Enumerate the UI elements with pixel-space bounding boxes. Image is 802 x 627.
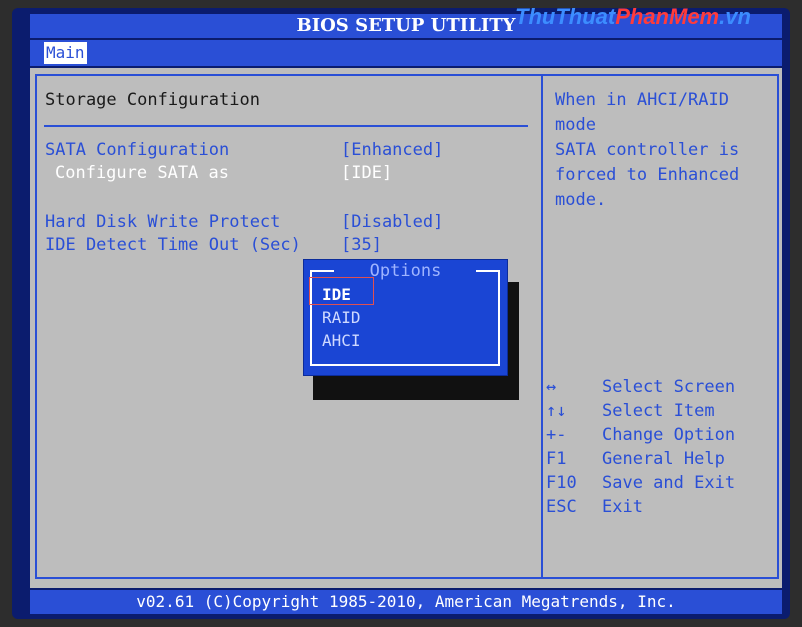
key-action: Change Option [602,425,736,445]
window-title: BIOS SETUP UTILITY [296,15,516,36]
setting-ide-detect-timeout[interactable]: IDE Detect Time Out (Sec) [45,235,301,255]
watermark-logo: ThuThuatPhanMem.vn [515,4,751,30]
key-f1: F1 [546,449,567,469]
key-row-exit: ESC Exit [546,497,643,517]
section-underline [44,125,528,127]
setting-hard-disk-write-protect[interactable]: Hard Disk Write Protect [45,212,280,232]
option-ahci[interactable]: AHCI [322,331,361,350]
value-configure-sata-as[interactable]: [IDE] [341,163,392,183]
setting-sata-configuration[interactable]: SATA Configuration [45,140,229,160]
key-plus-minus: +- [546,425,567,445]
help-text: When in AHCI/RAID mode SATA controller i… [555,90,740,210]
value-ide-detect-timeout[interactable]: [35] [341,235,382,255]
key-arrows-ud: ↑↓ [546,401,567,421]
tab-main[interactable]: Main [44,42,87,64]
watermark-part3: .vn [719,4,751,29]
key-row-select-screen: ↔ Select Screen [546,377,735,397]
watermark-part1: ThuThuat [515,4,616,29]
key-action: Exit [602,497,643,517]
menu-bar: Main [30,40,782,66]
section-title: Storage Configuration [45,90,260,110]
key-action: Select Screen [602,377,736,397]
copyright-text: v02.61 (C)Copyright 1985-2010, American … [136,592,676,611]
status-bar: v02.61 (C)Copyright 1985-2010, American … [30,590,782,614]
key-row-save-exit: F10 Save and Exit [546,473,735,493]
watermark-part2: PhanMem [615,4,720,29]
value-hard-disk-write-protect[interactable]: [Disabled] [341,212,443,232]
key-row-change-option: +- Change Option [546,425,735,445]
key-action: Select Item [602,401,715,421]
setting-configure-sata-as[interactable]: Configure SATA as [55,163,229,183]
selection-highlight [309,277,374,305]
key-esc: ESC [546,497,577,517]
key-row-general-help: F1 General Help [546,449,725,469]
key-action: Save and Exit [602,473,736,493]
option-raid[interactable]: RAID [322,308,361,327]
value-sata-configuration[interactable]: [Enhanced] [341,140,443,160]
key-action: General Help [602,449,725,469]
panel-divider [541,74,543,579]
key-arrows-lr: ↔ [546,377,557,397]
key-f10: F10 [546,473,577,493]
key-row-select-item: ↑↓ Select Item [546,401,715,421]
